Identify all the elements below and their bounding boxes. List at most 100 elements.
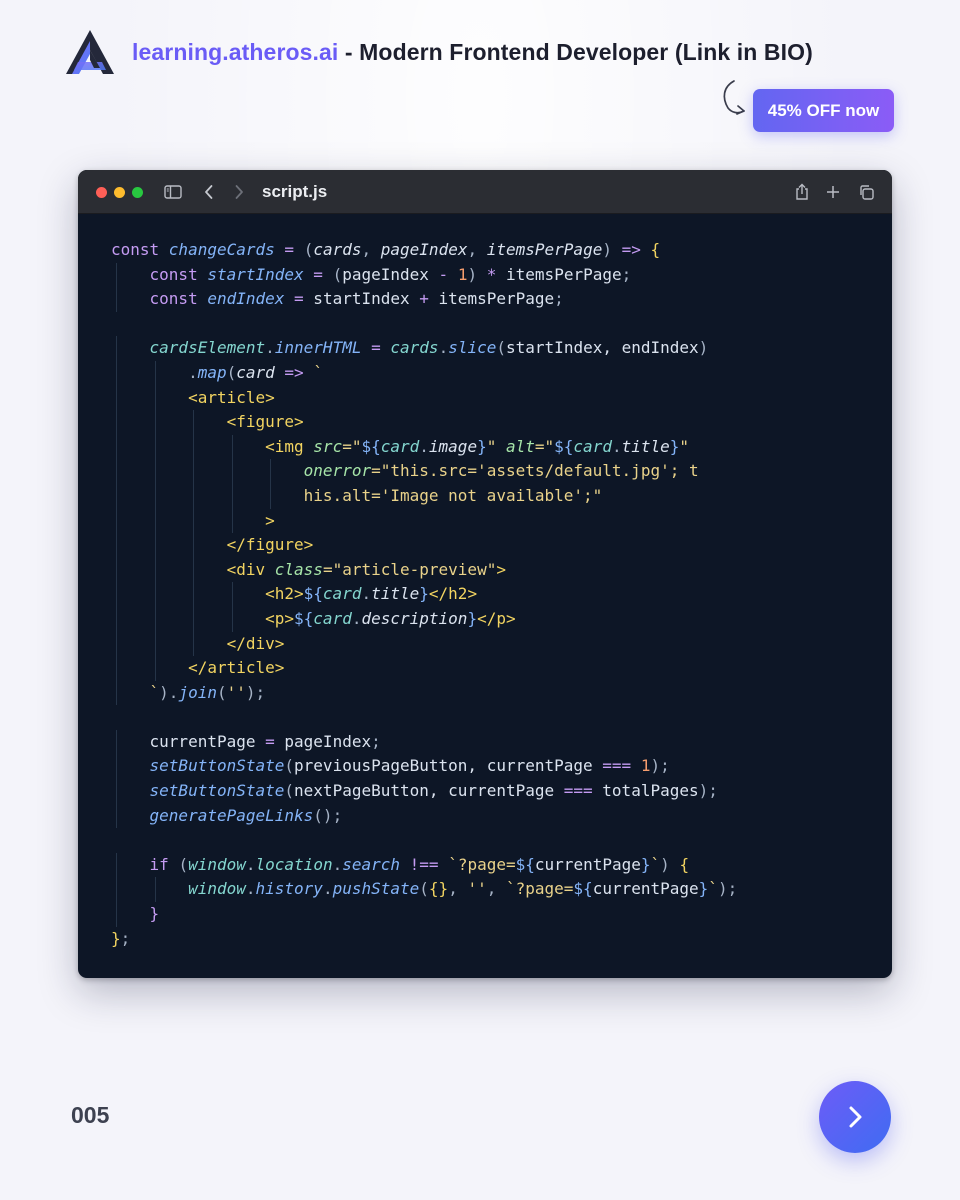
code-token: pageIndex xyxy=(342,264,439,284)
code-token: ); xyxy=(717,879,738,899)
code-token: ="this.src='assets/default.jpg'; t xyxy=(371,461,699,481)
code-token: const xyxy=(149,264,208,284)
code-token: <div xyxy=(226,559,275,579)
tabs-overview-icon[interactable] xyxy=(856,182,876,202)
code-line: <h2>${card.title}</h2> xyxy=(111,582,881,607)
code-token: <figure> xyxy=(226,412,304,432)
code-token: ( xyxy=(496,338,507,358)
code-token: src xyxy=(313,436,343,456)
close-window-button[interactable] xyxy=(96,187,107,198)
page-number: 005 xyxy=(71,1102,110,1128)
tagline: - Modern Frontend Developer (Link in BIO… xyxy=(338,38,813,65)
code-token: search xyxy=(342,854,401,874)
code-line: </div> xyxy=(111,631,881,657)
code-token: pageIndex xyxy=(274,731,372,751)
code-token: cards xyxy=(390,338,439,358)
forward-icon[interactable] xyxy=(229,182,249,202)
code-token: =" xyxy=(342,436,362,456)
code-line: <p>${card.description}</p> xyxy=(111,606,881,632)
sidebar-icon[interactable] xyxy=(163,182,183,202)
atheros-logo-icon xyxy=(66,30,114,74)
code-token: startIndex xyxy=(207,264,304,284)
code-token: </h2> xyxy=(428,584,478,604)
code-token: cardsElement xyxy=(149,338,266,358)
code-token: slice xyxy=(448,338,497,358)
zoom-window-button[interactable] xyxy=(132,187,143,198)
code-token: . xyxy=(322,879,333,899)
next-page-button[interactable] xyxy=(819,1081,891,1153)
code-token: changeCards xyxy=(168,240,275,259)
code-token: => xyxy=(284,362,304,382)
code-token: . xyxy=(438,338,449,358)
site-link[interactable]: learning.atheros.ai xyxy=(132,39,338,65)
code-token: card xyxy=(573,436,612,456)
code-line: setButtonState(previousPageButton, curre… xyxy=(111,754,881,780)
code-token: ) xyxy=(698,338,709,358)
code-token: (); xyxy=(313,805,343,825)
code-token: {} xyxy=(428,879,449,899)
code-token: ( xyxy=(419,879,429,899)
code-line: `).join(''); xyxy=(111,680,881,706)
code-token: startIndex xyxy=(303,289,420,309)
code-token: } xyxy=(477,436,487,456)
code-token: const xyxy=(149,289,208,309)
code-token: window xyxy=(188,854,246,874)
code-line: const changeCards = (cards, pageIndex, i… xyxy=(111,238,881,263)
code-token: ; xyxy=(621,264,632,284)
code-token: } xyxy=(419,584,429,604)
minimize-window-button[interactable] xyxy=(114,187,125,198)
code-token: pageIndex xyxy=(380,240,468,259)
code-token: ="article-preview" xyxy=(322,559,497,579)
code-token: . xyxy=(332,854,343,874)
code-token: ) xyxy=(467,264,478,284)
code-line: } xyxy=(111,902,881,927)
code-line: <div class="article-preview"> xyxy=(111,557,881,583)
share-icon[interactable] xyxy=(792,182,812,202)
code-token: </div> xyxy=(226,633,285,653)
code-line: </article> xyxy=(111,656,881,681)
code-token: totalPages xyxy=(592,781,699,801)
code-token: alt xyxy=(505,436,535,456)
code-token: startIndex, endIndex xyxy=(506,338,699,358)
code-token: setButtonState xyxy=(149,756,285,776)
code-token: card xyxy=(236,362,275,382)
code-line: his.alt='Image not available';" xyxy=(111,483,881,509)
code-token: map xyxy=(197,362,227,382)
code-token: ) xyxy=(602,240,612,259)
new-tab-icon[interactable] xyxy=(823,182,843,202)
code-token: class xyxy=(274,559,323,579)
code-token: ( xyxy=(216,682,227,702)
code-token: <p> xyxy=(265,608,295,628)
code-token: image xyxy=(428,436,478,456)
code-line: const endIndex = startIndex + itemsPerPa… xyxy=(111,287,881,312)
code-token: endIndex xyxy=(207,289,285,309)
code-token: = xyxy=(371,338,381,358)
code-token: itemsPerPage xyxy=(496,264,622,284)
code-token: card xyxy=(322,584,362,604)
code-token: ) xyxy=(660,854,670,874)
promo-badge[interactable]: 45% OFF now xyxy=(753,89,894,132)
code-token: } xyxy=(467,608,478,628)
curved-arrow-icon xyxy=(723,80,745,115)
code-token: ${ xyxy=(303,584,323,604)
chevron-right-icon xyxy=(849,1106,862,1128)
back-icon[interactable] xyxy=(199,182,219,202)
code-token: ; xyxy=(371,731,381,751)
code-token: { xyxy=(650,240,661,259)
code-token: = xyxy=(313,264,323,284)
code-token: = xyxy=(294,289,304,309)
code-editor: const changeCards = (cards, pageIndex, i… xyxy=(111,238,881,951)
code-token: + xyxy=(419,289,429,309)
code-token: currentPage xyxy=(592,879,699,899)
